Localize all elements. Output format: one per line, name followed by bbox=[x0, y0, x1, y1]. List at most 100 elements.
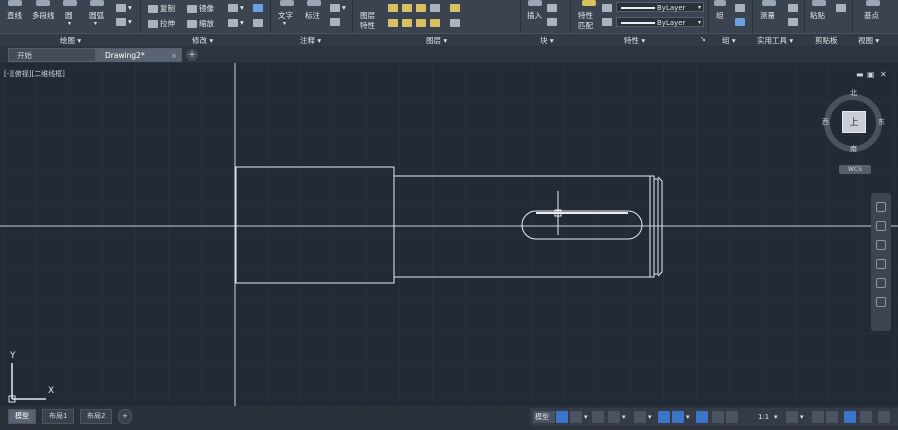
restore-viewport-icon[interactable]: ▣ bbox=[867, 70, 875, 79]
layer-tool-4[interactable] bbox=[430, 3, 442, 12]
group-button[interactable]: 组 bbox=[716, 10, 724, 21]
snap-dropdown-icon[interactable]: ▾ bbox=[584, 411, 588, 423]
viewcube-east[interactable]: 东 bbox=[878, 117, 885, 127]
utility-tool-1[interactable] bbox=[788, 3, 800, 12]
layer-properties-label2[interactable]: 特性 bbox=[360, 20, 375, 31]
copy-clip-button[interactable] bbox=[836, 3, 848, 12]
polyline-button[interactable]: 多段线 bbox=[32, 10, 55, 21]
group-select-button[interactable] bbox=[735, 17, 747, 26]
pan-icon[interactable] bbox=[876, 221, 886, 231]
insert-button[interactable]: 插入 bbox=[527, 10, 542, 21]
customization-menu-icon[interactable] bbox=[878, 411, 890, 423]
viewcube-north[interactable]: 北 bbox=[850, 88, 857, 98]
new-layout-button[interactable]: + bbox=[118, 409, 132, 424]
add-icon[interactable] bbox=[812, 411, 824, 423]
tab-layout1[interactable]: 布局1 bbox=[42, 409, 75, 424]
circle-dropdown-icon[interactable]: ▾ bbox=[68, 20, 71, 27]
mirror-button[interactable]: 镜像 bbox=[187, 3, 214, 14]
layer-tool-1[interactable] bbox=[388, 3, 400, 12]
viewcube-top-face[interactable]: 上 bbox=[842, 111, 866, 133]
layer-tool-9[interactable] bbox=[430, 18, 442, 27]
array-grid-button[interactable]: ▾ bbox=[228, 18, 244, 27]
wcs-menu[interactable]: WCS bbox=[839, 165, 871, 174]
viewcube-south[interactable]: 南 bbox=[850, 144, 857, 154]
layer-tool-8[interactable] bbox=[416, 18, 428, 27]
steering-wheel-icon[interactable] bbox=[876, 202, 886, 212]
tab-drawing2[interactable]: Drawing2* × bbox=[96, 48, 182, 62]
zoom-icon[interactable] bbox=[876, 240, 886, 250]
nav-settings-icon[interactable] bbox=[876, 297, 886, 307]
paste-button[interactable]: 粘贴 bbox=[810, 10, 825, 21]
object-snap-tracking-icon[interactable] bbox=[658, 411, 670, 423]
layer-tool-6[interactable] bbox=[388, 18, 400, 27]
annotation-autoscale-icon[interactable] bbox=[712, 411, 724, 423]
close-icon[interactable]: × bbox=[171, 49, 177, 63]
grid-toggle-icon[interactable] bbox=[556, 411, 568, 423]
panel-modify[interactable]: 修改 ▾ bbox=[192, 35, 213, 46]
array-button[interactable] bbox=[253, 3, 265, 12]
scale-dropdown-icon[interactable]: ▾ bbox=[774, 411, 778, 423]
panel-layers[interactable]: 图层 ▾ bbox=[426, 35, 447, 46]
minimize-viewport-icon[interactable]: ▬ bbox=[856, 70, 864, 79]
tab-start[interactable]: 开始 bbox=[8, 48, 96, 62]
hardware-acceleration-icon[interactable] bbox=[826, 411, 838, 423]
ortho-toggle-icon[interactable] bbox=[592, 411, 604, 423]
close-viewport-icon[interactable]: ✕ bbox=[880, 70, 887, 79]
line-button[interactable]: 直线 bbox=[7, 10, 22, 21]
viewport-controls[interactable]: [-][俯视][二维线框] bbox=[4, 69, 65, 79]
model-space-button[interactable]: 模型 bbox=[533, 411, 555, 423]
polar-toggle-icon[interactable] bbox=[608, 411, 620, 423]
annotation-visibility-icon[interactable] bbox=[696, 411, 708, 423]
ungroup-button[interactable] bbox=[735, 3, 747, 12]
panel-clipboard[interactable]: 剪贴板 bbox=[815, 35, 838, 46]
scale-button[interactable]: 缩放 bbox=[187, 18, 214, 29]
tab-layout2[interactable]: 布局2 bbox=[80, 409, 113, 424]
base-point-button[interactable]: 基点 bbox=[864, 10, 879, 21]
isolate-objects-icon[interactable] bbox=[844, 411, 856, 423]
panel-groups[interactable]: 组 ▾ bbox=[722, 35, 736, 46]
stretch-button[interactable]: 拉伸 bbox=[148, 18, 175, 29]
layer-tool-5[interactable] bbox=[450, 3, 462, 12]
panel-properties[interactable]: 特性 ▾ bbox=[624, 35, 645, 46]
orbit-icon[interactable] bbox=[876, 259, 886, 269]
isodraft-dropdown-icon[interactable]: ▾ bbox=[648, 411, 652, 423]
workspace-dropdown-icon[interactable]: ▾ bbox=[800, 411, 804, 423]
viewcube-west[interactable]: 西 bbox=[822, 117, 829, 127]
utility-tool-2[interactable] bbox=[788, 17, 800, 26]
layer-tool-3[interactable] bbox=[416, 3, 428, 12]
panel-utilities[interactable]: 实用工具 ▾ bbox=[757, 35, 793, 46]
panel-annotation[interactable]: 注释 ▾ bbox=[300, 35, 321, 46]
table-button[interactable] bbox=[330, 17, 342, 26]
block-tool-2[interactable] bbox=[547, 17, 559, 26]
drawing-canvas[interactable]: [-][俯视][二维线框] ▬ ▣ ✕ 上 北 南 东 西 WCS Y X bbox=[0, 63, 898, 406]
layer-tool-7[interactable] bbox=[402, 18, 414, 27]
fullscreen-icon[interactable] bbox=[860, 411, 872, 423]
isodraft-toggle-icon[interactable] bbox=[634, 411, 646, 423]
tab-model[interactable]: 模型 bbox=[8, 409, 36, 424]
arc-dropdown-icon[interactable]: ▾ bbox=[94, 20, 97, 27]
object-snap-icon[interactable] bbox=[672, 411, 684, 423]
draw-extra-tools-2[interactable]: ▾ bbox=[116, 17, 132, 26]
layer-tool-10[interactable] bbox=[450, 18, 462, 27]
leader-button[interactable]: ▾ bbox=[330, 3, 346, 12]
panel-view[interactable]: 视图 ▾ bbox=[858, 35, 879, 46]
dimension-button[interactable]: 标注 bbox=[305, 10, 320, 21]
fillet-button[interactable]: ▾ bbox=[228, 3, 244, 12]
measure-button[interactable]: 测量 bbox=[760, 10, 775, 21]
offset-button[interactable] bbox=[253, 18, 265, 27]
layer-tool-2[interactable] bbox=[402, 3, 414, 12]
draw-extra-tools[interactable]: ▾ bbox=[116, 3, 132, 12]
lineweight-dropdown[interactable]: ByLayer ▾ bbox=[616, 17, 704, 27]
match-properties-label2[interactable]: 匹配 bbox=[578, 20, 593, 31]
annotation-scale-icon[interactable] bbox=[726, 411, 738, 423]
panel-block[interactable]: 块 ▾ bbox=[540, 35, 554, 46]
panel-properties-launcher[interactable]: ↘ bbox=[700, 35, 706, 43]
block-tool-1[interactable] bbox=[547, 3, 559, 12]
color-dropdown[interactable]: ByLayer ▾ bbox=[616, 2, 704, 12]
polar-dropdown-icon[interactable]: ▾ bbox=[622, 411, 626, 423]
workspace-gear-icon[interactable] bbox=[786, 411, 798, 423]
copy-button[interactable]: 复制 bbox=[148, 3, 175, 14]
new-tab-button[interactable]: + bbox=[186, 49, 198, 61]
panel-draw[interactable]: 绘图 ▾ bbox=[60, 35, 81, 46]
showmotion-icon[interactable] bbox=[876, 278, 886, 288]
